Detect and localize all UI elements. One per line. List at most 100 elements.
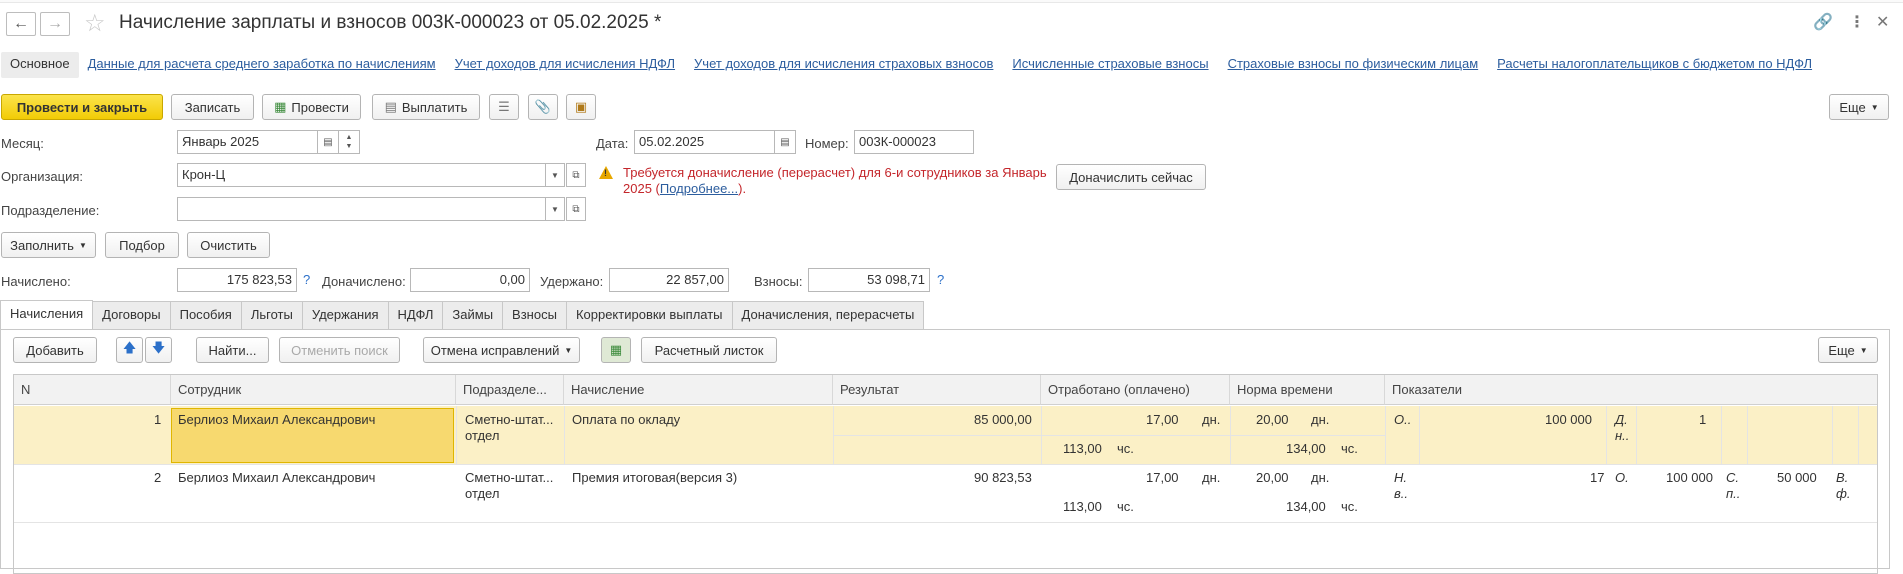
details-link[interactable]: Подробнее... [660, 181, 738, 196]
col-divider [1385, 406, 1386, 464]
dropdown-arrow-icon: ▼ [564, 345, 573, 355]
structure-button[interactable]: ▣ [566, 94, 596, 120]
back-button[interactable]: ← [6, 12, 36, 36]
add-row-button[interactable]: Добавить [13, 337, 97, 363]
col-worked[interactable]: Отработано (оплачено) [1041, 375, 1230, 405]
indicator-name: О. [1615, 470, 1629, 485]
indicator-name-line2: в.. [1394, 486, 1409, 501]
cancel-search-button[interactable]: Отменить поиск [279, 337, 400, 363]
tab-privileges[interactable]: Льготы [240, 301, 303, 329]
indicator-name-line2: п.. [1726, 486, 1741, 501]
section-links: Основное Данные для расчета среднего зар… [0, 52, 1821, 78]
tab-deductions[interactable]: Удержания [301, 301, 389, 329]
department-cell-line2: отдел [465, 486, 500, 501]
find-button[interactable]: Найти... [196, 337, 269, 363]
calendar-button[interactable]: ▤ [317, 130, 339, 154]
month-field[interactable]: Январь 2025 [177, 130, 318, 154]
favorite-star-icon[interactable]: ☆ [84, 9, 106, 38]
col-department[interactable]: Подразделе... [456, 375, 564, 405]
warning-icon: ! [599, 166, 613, 179]
department-cell: Сметно-штат... [465, 470, 554, 485]
department-open[interactable]: ⧉ [566, 197, 586, 221]
indicator-name-line2: н.. [1615, 428, 1630, 443]
col-divider [456, 406, 457, 464]
more-vertical-icon[interactable]: ⋮ [1849, 12, 1865, 32]
tab-ndfl[interactable]: НДФЛ [387, 301, 444, 329]
row-divider [14, 464, 1877, 465]
tab-benefits[interactable]: Пособия [169, 301, 242, 329]
table-more-button[interactable]: Еще ▼ [1818, 337, 1878, 363]
col-divider [1721, 406, 1722, 464]
col-norm[interactable]: Норма времени [1230, 375, 1385, 405]
number-field[interactable]: 003К-000023 [854, 130, 974, 154]
move-down-button[interactable]: 🡇 [145, 337, 172, 363]
payslip-button[interactable]: Расчетный листок [641, 337, 777, 363]
post-and-close-button[interactable]: Провести и закрыть [1, 94, 163, 120]
worked-hours-unit: чс. [1117, 441, 1134, 456]
accrual-type: Премия итоговая(версия 3) [572, 470, 738, 485]
col-n[interactable]: N [14, 375, 171, 405]
tab-payment-corrections[interactable]: Корректировки выплаты [565, 301, 733, 329]
table-settings-button[interactable]: ▦ [601, 337, 631, 363]
department-field[interactable] [177, 197, 546, 221]
section-ndfl-income[interactable]: Учет доходов для исчисления НДФЛ [446, 52, 684, 78]
norm-hours: 134,00 [1286, 441, 1326, 456]
clear-button[interactable]: Очистить [187, 232, 270, 258]
col-employee[interactable]: Сотрудник [171, 375, 456, 405]
date-label: Дата: [596, 136, 629, 151]
attach-button[interactable]: 📎 [528, 94, 558, 120]
section-insurance-by-person[interactable]: Страховые взносы по физическим лицам [1219, 52, 1488, 78]
accrued-help-icon[interactable]: ? [303, 272, 310, 287]
pick-button[interactable]: Подбор [105, 232, 179, 258]
arrow-up-icon: 🡅 [122, 340, 137, 355]
section-main[interactable]: Основное [1, 52, 79, 78]
section-insurance-income[interactable]: Учет доходов для исчисления страховых вз… [685, 52, 1002, 78]
post-icon: ▦ [274, 99, 287, 114]
tab-contracts[interactable]: Договоры [92, 301, 171, 329]
organization-dropdown[interactable]: ▼ [545, 163, 565, 187]
col-divider [1858, 406, 1859, 464]
col-divider [1636, 406, 1637, 464]
organization-field[interactable]: Крон-Ц [177, 163, 546, 187]
col-result[interactable]: Результат [833, 375, 1041, 405]
section-avg-earnings[interactable]: Данные для расчета среднего заработка по… [79, 52, 445, 78]
cancel-corrections-button[interactable]: Отмена исправлений ▼ [423, 337, 580, 363]
month-stepper[interactable]: ▲ ▼ [338, 130, 360, 154]
norm-hours: 134,00 [1286, 499, 1326, 514]
tab-contributions[interactable]: Взносы [502, 301, 567, 329]
col-accrual[interactable]: Начисление [564, 375, 833, 405]
worked-days: 17,00 [1146, 412, 1179, 427]
date-field[interactable]: 05.02.2025 [634, 130, 775, 154]
open-icon: ⧉ [572, 169, 580, 181]
close-icon[interactable]: ✕ [1876, 12, 1889, 32]
tab-loans[interactable]: Займы [442, 301, 504, 329]
save-button[interactable]: Записать [171, 94, 254, 120]
link-icon[interactable]: 🔗 [1813, 12, 1833, 32]
dropdown-arrow-icon: ▼ [551, 170, 559, 180]
col-indicators[interactable]: Показатели [1385, 375, 1877, 405]
post-button[interactable]: ▦ Провести [262, 94, 361, 120]
row-number: 1 [154, 412, 162, 427]
worked-days: 17,00 [1146, 470, 1179, 485]
date-calendar-button[interactable]: ▤ [774, 130, 796, 154]
organization-open[interactable]: ⧉ [566, 163, 586, 187]
move-up-button[interactable]: 🡅 [116, 337, 143, 363]
arrow-left-icon: ← [13, 15, 29, 32]
section-insurance-contributions[interactable]: Исчисленные страховые взносы [1003, 52, 1217, 78]
department-dropdown[interactable]: ▼ [545, 197, 565, 221]
window-title: Начисление зарплаты и взносов 003К-00002… [119, 12, 662, 33]
report-button[interactable]: ☰ [489, 94, 519, 120]
number-label: Номер: [805, 136, 849, 151]
tab-recalculations[interactable]: Доначисления, перерасчеты [731, 301, 925, 329]
recalc-now-button[interactable]: Доначислить сейчас [1056, 164, 1206, 190]
department-cell-line2: отдел [465, 428, 500, 443]
pay-button[interactable]: ▤ Выплатить [372, 94, 480, 120]
withheld-label: Удержано: [540, 274, 604, 289]
fill-button[interactable]: Заполнить ▼ [1, 232, 96, 258]
more-button[interactable]: Еще ▼ [1829, 94, 1889, 120]
section-ndfl-budget[interactable]: Расчеты налогоплательщиков с бюджетом по… [1488, 52, 1821, 78]
contributions-help-icon[interactable]: ? [937, 272, 944, 287]
tab-accruals[interactable]: Начисления [0, 300, 94, 330]
indicator-name: О.. [1394, 412, 1412, 427]
forward-button[interactable]: → [40, 12, 70, 36]
